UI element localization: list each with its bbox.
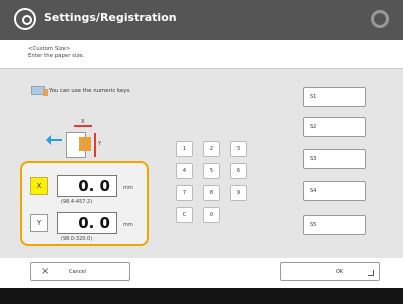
close-icon: × bbox=[41, 266, 50, 277]
key-clear[interactable]: C bbox=[176, 207, 193, 223]
key-7[interactable]: 7 bbox=[176, 185, 193, 201]
y-dimension-line bbox=[94, 133, 96, 157]
y-unit: mm bbox=[123, 222, 133, 228]
x-size-field[interactable]: 0. 0 bbox=[57, 175, 117, 197]
x-dimension-label: X bbox=[81, 119, 85, 125]
x-range: (98.4-457.2) bbox=[61, 199, 93, 205]
key-8[interactable]: 8 bbox=[203, 185, 220, 201]
paper-guide-icon bbox=[79, 137, 91, 151]
y-range: (98.0-320.0) bbox=[61, 236, 93, 242]
ok-button[interactable]: OK bbox=[280, 262, 380, 281]
y-size-field[interactable]: 0. 0 bbox=[57, 212, 117, 234]
size-s1-button[interactable]: S1 bbox=[303, 87, 366, 107]
subheader: <Custom Size> Enter the paper size. bbox=[0, 40, 403, 68]
numeric-keys-icon bbox=[31, 86, 48, 96]
footer-bar bbox=[0, 288, 403, 304]
x-unit: mm bbox=[123, 185, 133, 191]
size-input-group: X 0. 0 mm (98.4-457.2) Y 0. 0 mm (98.0-3… bbox=[20, 161, 149, 246]
section-name: <Custom Size> bbox=[28, 46, 71, 52]
corner-return-icon bbox=[368, 270, 374, 276]
size-s5-button[interactable]: S5 bbox=[303, 215, 366, 235]
ok-label: OK bbox=[336, 269, 344, 275]
y-dimension-label: Y bbox=[98, 141, 102, 147]
key-6[interactable]: 6 bbox=[230, 163, 247, 179]
y-axis-button[interactable]: Y bbox=[30, 214, 48, 232]
hint-text: You can use the numeric keys. bbox=[49, 87, 131, 94]
key-9[interactable]: 9 bbox=[230, 185, 247, 201]
key-2[interactable]: 2 bbox=[203, 141, 220, 157]
x-dimension-line bbox=[74, 125, 92, 127]
size-s2-button[interactable]: S2 bbox=[303, 117, 366, 137]
numeric-keys-hint: You can use the numeric keys. bbox=[31, 86, 131, 96]
key-4[interactable]: 4 bbox=[176, 163, 193, 179]
key-0[interactable]: 0 bbox=[203, 207, 220, 223]
size-s3-button[interactable]: S3 bbox=[303, 149, 366, 169]
instruction-text: Enter the paper size. bbox=[28, 53, 85, 59]
paper-size-diagram: X Y bbox=[46, 119, 112, 158]
cancel-button[interactable]: × Cancel bbox=[30, 262, 130, 281]
settings-registration-icon bbox=[14, 8, 36, 30]
page-title: Settings/Registration bbox=[44, 11, 177, 24]
feed-direction-arrow-icon bbox=[46, 135, 62, 145]
title-bar: Settings/Registration bbox=[0, 0, 403, 40]
x-axis-button[interactable]: X bbox=[30, 177, 48, 195]
cancel-label: Cancel bbox=[69, 269, 86, 275]
key-1[interactable]: 1 bbox=[176, 141, 193, 157]
size-s4-button[interactable]: S4 bbox=[303, 181, 366, 201]
key-3[interactable]: 3 bbox=[230, 141, 247, 157]
gear-icon[interactable] bbox=[371, 10, 389, 28]
key-5[interactable]: 5 bbox=[203, 163, 220, 179]
